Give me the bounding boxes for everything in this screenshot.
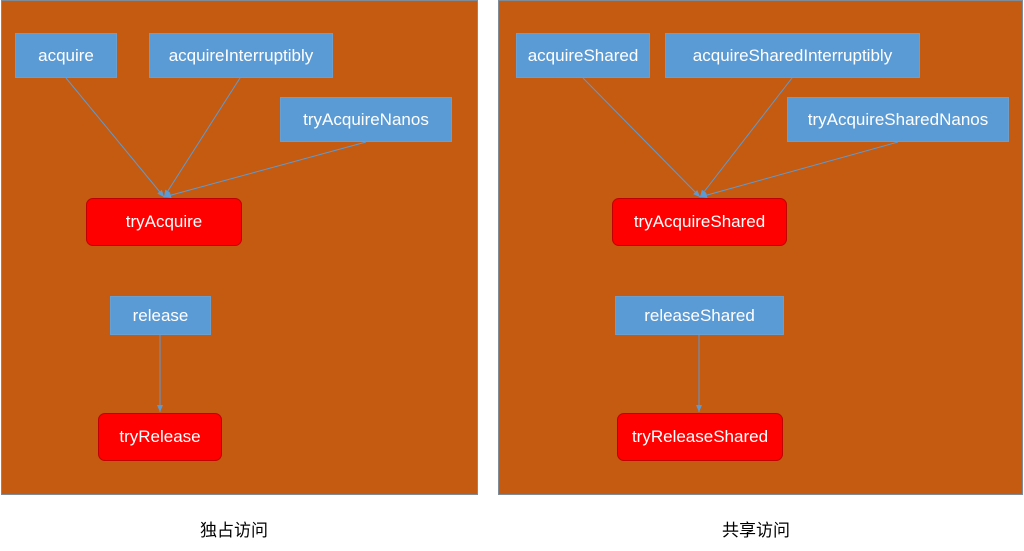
exclusive-caption: 独占访问 xyxy=(200,521,268,541)
arrow-acquire-shared-interruptibly-to-try-acquire-shared xyxy=(699,77,793,198)
shared-caption: 共享访问 xyxy=(722,521,790,541)
arrow-try-acquire-shared-nanos-to-try-acquire-shared xyxy=(699,141,899,199)
arrow-layer xyxy=(65,77,899,412)
arrow-acquire-shared-to-try-acquire-shared xyxy=(582,77,701,198)
arrow-acquire-to-try-acquire xyxy=(65,77,165,198)
